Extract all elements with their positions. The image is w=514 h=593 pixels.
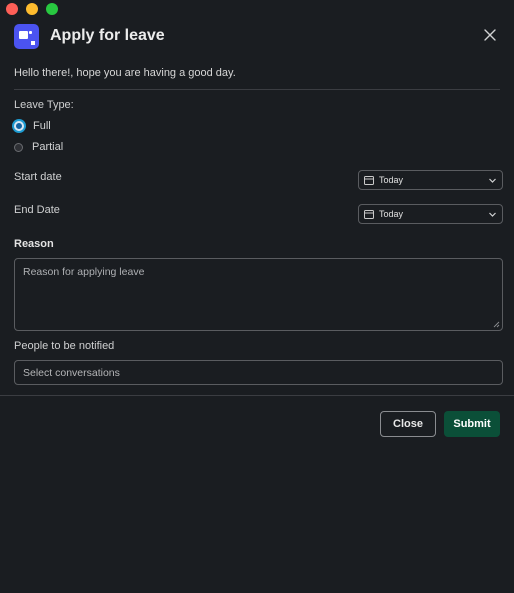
start-date-label: Start date	[14, 171, 62, 183]
close-icon[interactable]	[483, 28, 497, 42]
calendar-icon	[364, 210, 374, 219]
reason-label: Reason	[14, 238, 54, 250]
start-date-picker[interactable]: Today	[358, 170, 503, 190]
radio-full-indicator[interactable]	[14, 121, 24, 131]
greeting-text: Hello there!, hope you are having a good…	[14, 67, 236, 79]
app-logo-icon	[14, 23, 39, 49]
radio-full[interactable]: Full	[14, 120, 51, 132]
leave-type-label: Leave Type:	[14, 99, 74, 111]
resize-handle-icon[interactable]	[493, 321, 500, 328]
radio-partial-indicator[interactable]	[14, 142, 23, 152]
notify-label: People to be notified	[14, 340, 115, 352]
reason-placeholder: Reason for applying leave	[23, 266, 145, 278]
end-date-value: Today	[379, 209, 404, 219]
radio-partial[interactable]: Partial	[14, 141, 63, 153]
footer-divider	[0, 395, 514, 396]
close-button[interactable]: Close	[380, 411, 436, 437]
end-date-label: End Date	[14, 204, 60, 216]
modal-title: Apply for leave	[50, 27, 165, 44]
chevron-down-icon	[489, 178, 496, 183]
end-date-picker[interactable]: Today	[358, 204, 503, 224]
chevron-down-icon	[489, 212, 496, 217]
submit-button[interactable]: Submit	[444, 411, 500, 437]
radio-full-label: Full	[33, 120, 51, 132]
conversations-placeholder: Select conversations	[23, 366, 120, 379]
header-divider	[14, 89, 500, 90]
window-minimize-button[interactable]	[26, 3, 38, 15]
window-zoom-button[interactable]	[46, 3, 58, 15]
window-close-button[interactable]	[6, 3, 18, 15]
calendar-icon	[364, 176, 374, 185]
window-controls	[6, 3, 58, 15]
conversations-select[interactable]: Select conversations	[14, 360, 503, 385]
reason-textarea[interactable]: Reason for applying leave	[14, 258, 503, 331]
start-date-value: Today	[379, 175, 404, 185]
radio-partial-label: Partial	[32, 141, 64, 153]
modal-header: Apply for leave	[14, 22, 500, 50]
